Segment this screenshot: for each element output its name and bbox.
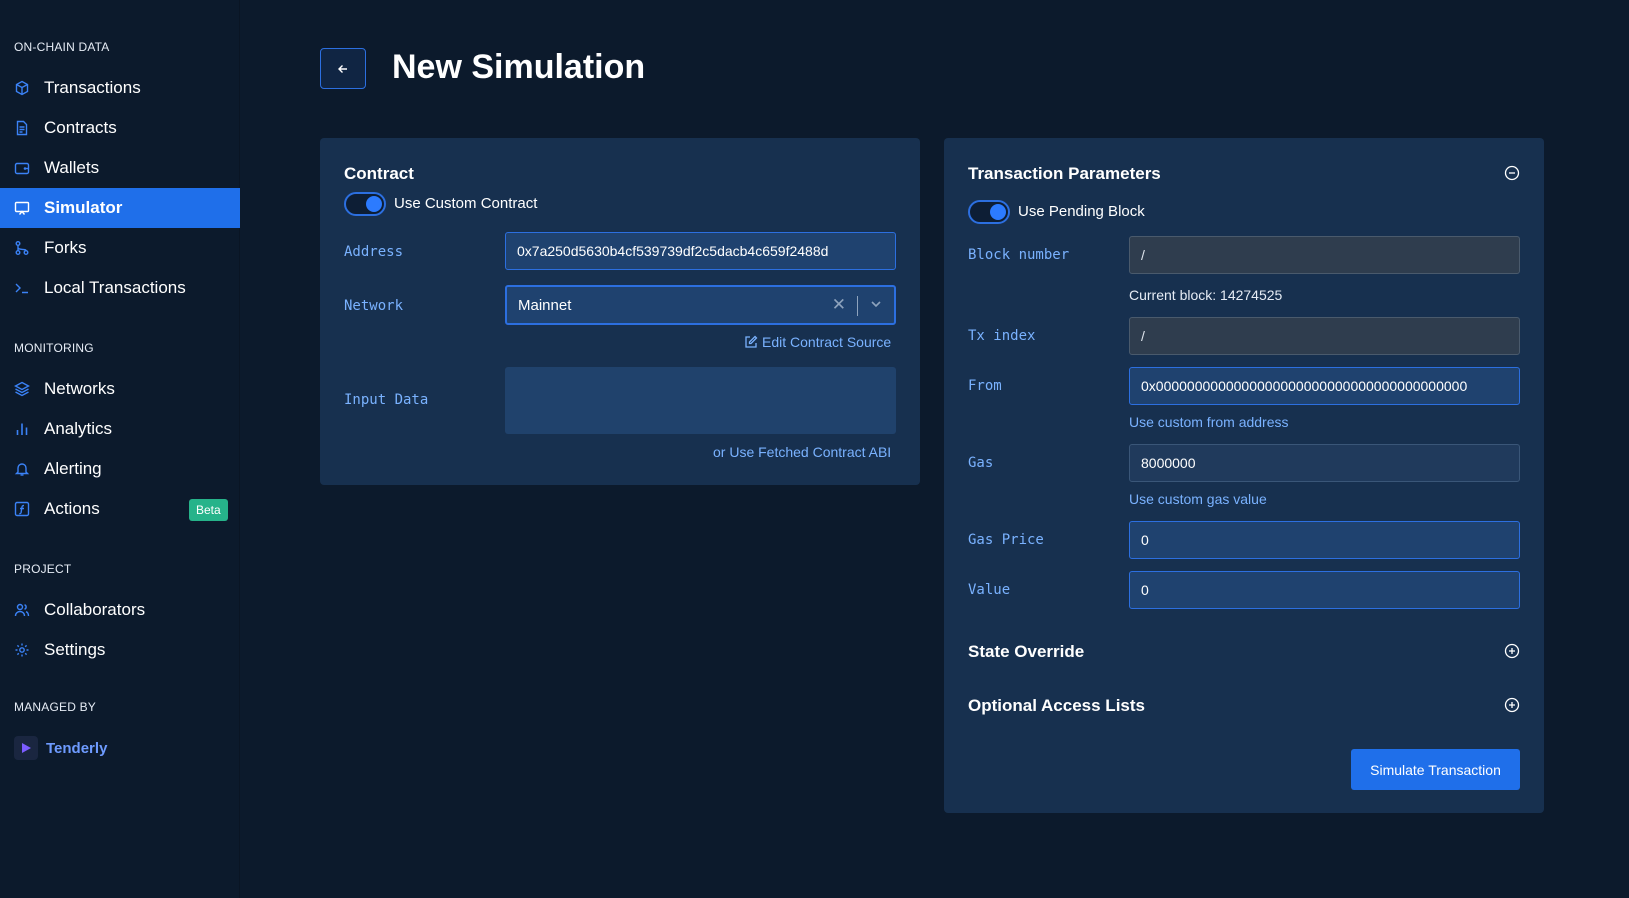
simulate-transaction-button[interactable]: Simulate Transaction [1351, 749, 1520, 790]
network-select[interactable]: Mainnet ✕ [505, 285, 896, 325]
section-project: PROJECT [14, 562, 72, 576]
use-fetched-abi-link[interactable]: or Use Fetched Contract ABI [713, 444, 891, 460]
sidebar-item-networks[interactable]: Networks [0, 369, 240, 409]
sidebar-item-local-transactions[interactable]: Local Transactions [0, 268, 240, 308]
from-input[interactable]: 0x00000000000000000000000000000000000000… [1129, 367, 1520, 405]
network-value: Mainnet [518, 296, 572, 314]
sidebar-item-label: Networks [44, 379, 115, 398]
function-icon [14, 501, 30, 517]
gas-price-label: Gas Price [968, 532, 1044, 548]
custom-contract-toggle[interactable] [344, 192, 386, 216]
address-label: Address [344, 244, 404, 260]
contract-title: Contract [344, 164, 414, 183]
gas-input[interactable]: 8000000 [1129, 444, 1520, 482]
sidebar-item-label: Contracts [44, 118, 117, 137]
sidebar-item-label: Simulator [44, 198, 123, 217]
tenderly-logo-icon [14, 736, 38, 760]
custom-contract-label: Use Custom Contract [394, 195, 538, 212]
bell-icon [14, 461, 30, 477]
sidebar-item-transactions[interactable]: Transactions [0, 68, 240, 108]
bar-chart-icon [14, 421, 30, 437]
sidebar-item-label: Alerting [44, 459, 102, 478]
toggle-knob [990, 204, 1006, 220]
use-custom-from-link[interactable]: Use custom from address [1129, 414, 1289, 430]
sidebar-item-contracts[interactable]: Contracts [0, 108, 240, 148]
document-icon [14, 120, 30, 136]
current-block-text: Current block: 14274525 [1129, 287, 1283, 303]
input-data-label: Input Data [344, 392, 429, 408]
sidebar-item-wallets[interactable]: Wallets [0, 148, 240, 188]
wallet-icon [14, 160, 30, 176]
from-label: From [968, 378, 1002, 394]
tenderly-brand[interactable]: Tenderly [14, 735, 107, 761]
block-number-label: Block number [968, 247, 1070, 263]
chevron-down-icon[interactable] [870, 298, 882, 310]
sidebar-item-label: Local Transactions [44, 278, 186, 297]
section-monitoring: MONITORING [14, 341, 94, 355]
network-label: Network [344, 298, 404, 314]
value-input[interactable]: 0 [1129, 571, 1520, 609]
section-onchain-data: ON-CHAIN DATA [14, 40, 110, 54]
fork-icon [14, 240, 30, 256]
tx-index-label: Tx index [968, 328, 1036, 344]
address-input[interactable]: 0x7a250d5630b4cf539739df2c5dacb4c659f248… [505, 232, 896, 270]
layers-icon [14, 381, 30, 397]
sidebar-item-collaborators[interactable]: Collaborators [0, 590, 240, 630]
page-title: New Simulation [392, 48, 646, 86]
sidebar-item-alerting[interactable]: Alerting [0, 449, 240, 489]
value-label: Value [968, 582, 1011, 598]
block-number-input[interactable]: / [1129, 236, 1520, 274]
contract-panel: Contract Use Custom Contract Address 0x7… [320, 138, 920, 485]
expand-plus-icon[interactable] [1504, 643, 1520, 659]
sidebar-item-label: Collaborators [44, 600, 146, 619]
gas-label: Gas [968, 455, 994, 471]
tx-params-title: Transaction Parameters [968, 164, 1161, 183]
state-override-title[interactable]: State Override [968, 642, 1084, 662]
brand-name: Tenderly [46, 739, 108, 757]
back-button[interactable] [320, 48, 366, 89]
pending-block-toggle[interactable] [968, 200, 1010, 224]
collapse-minus-icon[interactable] [1504, 165, 1520, 181]
sidebar-item-label: Settings [44, 640, 106, 659]
users-icon [14, 602, 30, 618]
tx-index-input[interactable]: / [1129, 317, 1520, 355]
arrow-left-icon [338, 64, 347, 73]
pending-block-label: Use Pending Block [1018, 203, 1145, 220]
cube-icon [14, 80, 30, 96]
section-managed-by: MANAGED BY [14, 700, 97, 714]
use-custom-gas-link[interactable]: Use custom gas value [1129, 491, 1267, 507]
gear-icon [14, 642, 30, 658]
sidebar-item-settings[interactable]: Settings [0, 630, 240, 670]
sidebar-item-forks[interactable]: Forks [0, 228, 240, 268]
sidebar: ON-CHAIN DATA Transactions Contracts Wal… [0, 0, 240, 898]
sidebar-item-label: Transactions [44, 78, 141, 97]
input-data-textarea[interactable] [505, 367, 896, 434]
access-lists-title[interactable]: Optional Access Lists [968, 696, 1145, 716]
sidebar-item-label: Analytics [44, 419, 113, 438]
monitor-icon [14, 200, 30, 216]
clear-icon[interactable]: ✕ [832, 295, 846, 315]
beta-badge: Beta [189, 499, 228, 521]
toggle-knob [366, 196, 382, 212]
sidebar-item-actions[interactable]: Actions Beta [0, 489, 240, 529]
sidebar-item-label: Wallets [44, 158, 100, 177]
expand-plus-icon[interactable] [1504, 697, 1520, 713]
gas-price-input[interactable]: 0 [1129, 521, 1520, 559]
sidebar-item-label: Actions [44, 499, 100, 518]
edit-contract-source-label: Edit Contract Source [762, 334, 892, 350]
sidebar-item-simulator[interactable]: Simulator [0, 188, 240, 228]
edit-icon [745, 335, 758, 348]
edit-contract-source-link[interactable]: Edit Contract Source [744, 334, 891, 350]
sidebar-item-analytics[interactable]: Analytics [0, 409, 240, 449]
sidebar-item-label: Forks [44, 238, 87, 257]
select-separator [857, 296, 858, 316]
terminal-icon [14, 280, 30, 296]
transaction-parameters-panel: Transaction Parameters Use Pending Block… [944, 138, 1544, 813]
